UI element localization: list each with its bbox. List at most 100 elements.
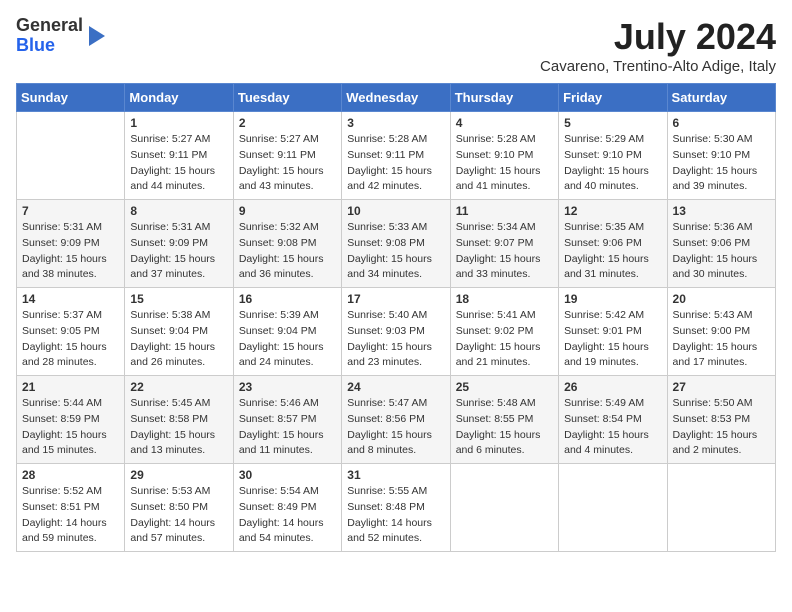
day-number: 8 [130, 204, 227, 218]
day-number: 15 [130, 292, 227, 306]
day-info: Sunrise: 5:28 AM Sunset: 9:11 PM Dayligh… [347, 132, 444, 195]
day-number: 12 [564, 204, 661, 218]
calendar-cell: 9Sunrise: 5:32 AM Sunset: 9:08 PM Daylig… [233, 200, 341, 288]
calendar-cell: 8 Sunrise: 5:31 AM Sunset: 9:09 PM Daylig… [125, 200, 233, 288]
week-row-3: 14 Sunrise: 5:37 AM Sunset: 9:05 PM Dayli… [17, 288, 776, 376]
day-number: 5 [564, 116, 661, 130]
day-info: Sunrise: 5:42 AM Sunset: 9:01 PM Dayligh… [564, 308, 661, 371]
calendar-cell: 11 Sunrise: 5:34 AM Sunset: 9:07 PM Dayli… [450, 200, 558, 288]
day-number: 10 [347, 204, 444, 218]
day-info: Sunrise: 5:45 AM Sunset: 8:58 PM Dayligh… [130, 396, 227, 459]
day-info: Sunrise: 5:46 AM Sunset: 8:57 PM Dayligh… [239, 396, 336, 459]
day-info: Sunrise: 5:44 AM Sunset: 8:59 PM Dayligh… [22, 396, 119, 459]
day-info: Sunrise: 5:54 AM Sunset: 8:49 PM Dayligh… [239, 484, 336, 547]
calendar-cell: 21 Sunrise: 5:44 AM Sunset: 8:59 PM Dayli… [17, 376, 125, 464]
calendar-cell: 3 Sunrise: 5:28 AM Sunset: 9:11 PM Daylig… [342, 112, 450, 200]
calendar-cell: 16 Sunrise: 5:39 AM Sunset: 9:04 PM Dayli… [233, 288, 341, 376]
day-info: Sunrise: 5:52 AM Sunset: 8:51 PM Dayligh… [22, 484, 119, 547]
calendar-cell: 5Sunrise: 5:29 AM Sunset: 9:10 PM Daylig… [559, 112, 667, 200]
day-number: 21 [22, 380, 119, 394]
weekday-header-tuesday: Tuesday [233, 84, 341, 112]
logo-blue: Blue [16, 35, 55, 55]
day-number: 29 [130, 468, 227, 482]
day-info: Sunrise: 5:27 AM Sunset: 9:11 PM Dayligh… [239, 132, 336, 195]
day-number: 1 [130, 116, 227, 130]
day-number: 20 [673, 292, 770, 306]
day-number: 23 [239, 380, 336, 394]
day-number: 6 [673, 116, 770, 130]
calendar-cell: 2 Sunrise: 5:27 AM Sunset: 9:11 PM Daylig… [233, 112, 341, 200]
calendar-cell: 26 Sunrise: 5:49 AM Sunset: 8:54 PM Dayli… [559, 376, 667, 464]
day-info: Sunrise: 5:33 AM Sunset: 9:08 PM Dayligh… [347, 220, 444, 283]
calendar-cell: 18Sunrise: 5:41 AM Sunset: 9:02 PM Dayli… [450, 288, 558, 376]
day-info: Sunrise: 5:39 AM Sunset: 9:04 PM Dayligh… [239, 308, 336, 371]
day-info: Sunrise: 5:43 AM Sunset: 9:00 PM Dayligh… [673, 308, 770, 371]
day-number: 31 [347, 468, 444, 482]
day-info: Sunrise: 5:31 AM Sunset: 9:09 PM Dayligh… [130, 220, 227, 283]
day-info: Sunrise: 5:28 AM Sunset: 9:10 PM Dayligh… [456, 132, 553, 195]
week-row-4: 21 Sunrise: 5:44 AM Sunset: 8:59 PM Dayli… [17, 376, 776, 464]
weekday-header-row: SundayMondayTuesdayWednesdayThursdayFrid… [17, 84, 776, 112]
calendar-cell: 1Sunrise: 5:27 AM Sunset: 9:11 PM Daylig… [125, 112, 233, 200]
calendar-cell [667, 464, 775, 552]
calendar-cell: 24 Sunrise: 5:47 AM Sunset: 8:56 PM Dayli… [342, 376, 450, 464]
calendar-cell: 23 Sunrise: 5:46 AM Sunset: 8:57 PM Dayli… [233, 376, 341, 464]
day-info: Sunrise: 5:49 AM Sunset: 8:54 PM Dayligh… [564, 396, 661, 459]
day-info: Sunrise: 5:35 AM Sunset: 9:06 PM Dayligh… [564, 220, 661, 283]
day-number: 27 [673, 380, 770, 394]
day-info: Sunrise: 5:32 AM Sunset: 9:08 PM Dayligh… [239, 220, 336, 283]
day-number: 14 [22, 292, 119, 306]
page-header: General Blue July 2024 Cavareno, Trentin… [16, 16, 776, 75]
weekday-header-friday: Friday [559, 84, 667, 112]
calendar-cell [450, 464, 558, 552]
day-number: 28 [22, 468, 119, 482]
day-number: 17 [347, 292, 444, 306]
day-info: Sunrise: 5:48 AM Sunset: 8:55 PM Dayligh… [456, 396, 553, 459]
calendar-cell: 31Sunrise: 5:55 AM Sunset: 8:48 PM Dayli… [342, 464, 450, 552]
calendar-cell: 20 Sunrise: 5:43 AM Sunset: 9:00 PM Dayli… [667, 288, 775, 376]
calendar-cell: 19 Sunrise: 5:42 AM Sunset: 9:01 PM Dayli… [559, 288, 667, 376]
day-info: Sunrise: 5:40 AM Sunset: 9:03 PM Dayligh… [347, 308, 444, 371]
calendar-cell [559, 464, 667, 552]
day-number: 24 [347, 380, 444, 394]
title-area: July 2024 Cavareno, Trentino-Alto Adige,… [540, 16, 776, 75]
day-info: Sunrise: 5:30 AM Sunset: 9:10 PM Dayligh… [673, 132, 770, 195]
day-info: Sunrise: 5:31 AM Sunset: 9:09 PM Dayligh… [22, 220, 119, 283]
calendar-cell: 17 Sunrise: 5:40 AM Sunset: 9:03 PM Dayli… [342, 288, 450, 376]
day-number: 7 [22, 204, 119, 218]
calendar-cell: 30Sunrise: 5:54 AM Sunset: 8:49 PM Dayli… [233, 464, 341, 552]
day-number: 16 [239, 292, 336, 306]
location: Cavareno, Trentino-Alto Adige, Italy [540, 58, 776, 75]
day-number: 19 [564, 292, 661, 306]
day-info: Sunrise: 5:53 AM Sunset: 8:50 PM Dayligh… [130, 484, 227, 547]
calendar-cell: 15Sunrise: 5:38 AM Sunset: 9:04 PM Dayli… [125, 288, 233, 376]
calendar-cell: 10 Sunrise: 5:33 AM Sunset: 9:08 PM Dayli… [342, 200, 450, 288]
week-row-1: 1 Sunrise: 5:27 AM Sunset: 9:11 PM Daylig… [17, 112, 776, 200]
month-title: July 2024 [540, 16, 776, 58]
day-number: 11 [456, 204, 553, 218]
day-info: Sunrise: 5:50 AM Sunset: 8:53 PM Dayligh… [673, 396, 770, 459]
calendar-cell: 25 Sunrise: 5:48 AM Sunset: 8:55 PM Dayli… [450, 376, 558, 464]
day-number: 2 [239, 116, 336, 130]
calendar-cell: 22Sunrise: 5:45 AM Sunset: 8:58 PM Dayli… [125, 376, 233, 464]
calendar-cell: 7 Sunrise: 5:31 AM Sunset: 9:09 PM Daylig… [17, 200, 125, 288]
weekday-header-thursday: Thursday [450, 84, 558, 112]
day-info: Sunrise: 5:37 AM Sunset: 9:05 PM Dayligh… [22, 308, 119, 371]
calendar-cell: 28 Sunrise: 5:52 AM Sunset: 8:51 PM Dayli… [17, 464, 125, 552]
logo-arrow-icon [85, 22, 109, 50]
day-number: 26 [564, 380, 661, 394]
day-info: Sunrise: 5:36 AM Sunset: 9:06 PM Dayligh… [673, 220, 770, 283]
week-row-2: 7 Sunrise: 5:31 AM Sunset: 9:09 PM Daylig… [17, 200, 776, 288]
day-info: Sunrise: 5:34 AM Sunset: 9:07 PM Dayligh… [456, 220, 553, 283]
day-number: 3 [347, 116, 444, 130]
calendar-table: SundayMondayTuesdayWednesdayThursdayFrid… [16, 83, 776, 552]
week-row-5: 28 Sunrise: 5:52 AM Sunset: 8:51 PM Dayli… [17, 464, 776, 552]
logo: General Blue [16, 16, 109, 56]
day-number: 13 [673, 204, 770, 218]
day-number: 25 [456, 380, 553, 394]
weekday-header-saturday: Saturday [667, 84, 775, 112]
calendar-cell: 4Sunrise: 5:28 AM Sunset: 9:10 PM Daylig… [450, 112, 558, 200]
day-info: Sunrise: 5:47 AM Sunset: 8:56 PM Dayligh… [347, 396, 444, 459]
calendar-cell: 13 Sunrise: 5:36 AM Sunset: 9:06 PM Dayli… [667, 200, 775, 288]
weekday-header-monday: Monday [125, 84, 233, 112]
